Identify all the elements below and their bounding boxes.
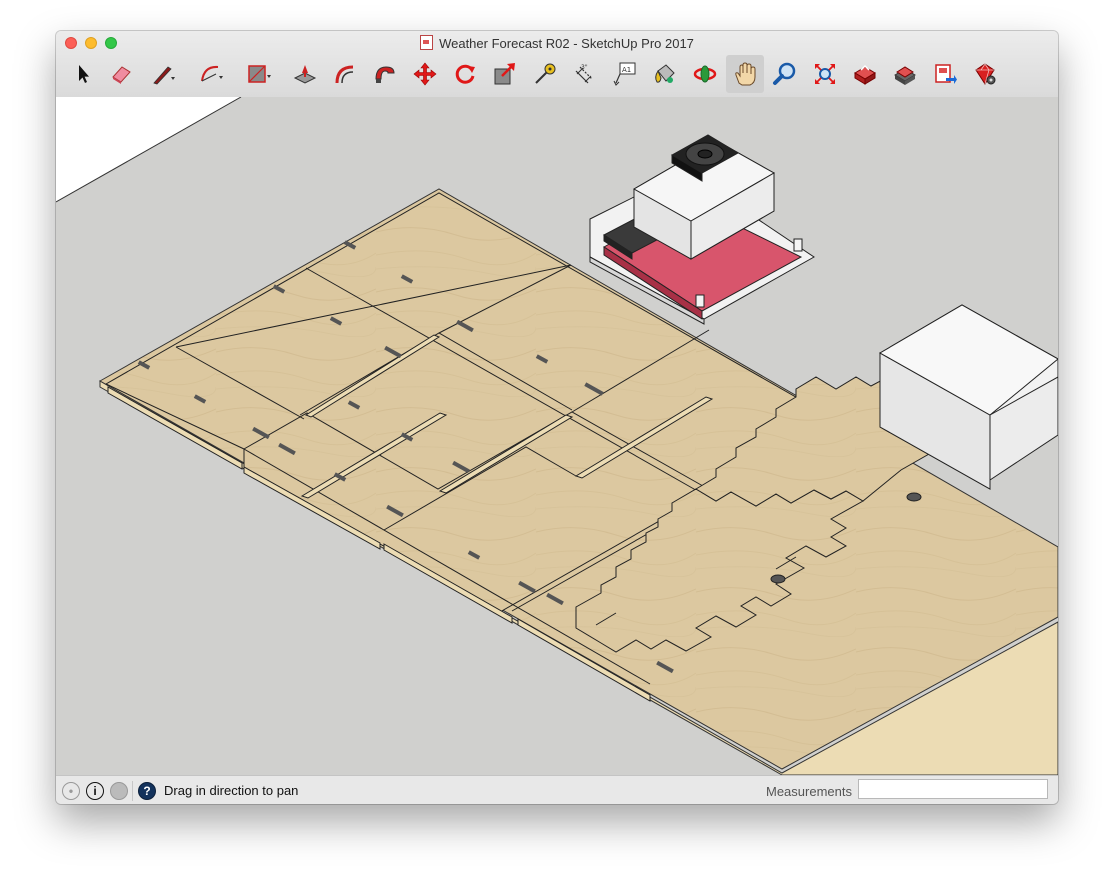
line-tool-button[interactable] [144,55,182,93]
extension-warehouse-tool-button[interactable] [886,55,924,93]
eraser-tool-icon [112,66,131,84]
scale-tool-button[interactable] [486,55,524,93]
window-title: Weather Forecast R02 - SketchUp Pro 2017 [56,35,1058,51]
rotate-tool-button[interactable] [446,55,484,93]
title-bar: Weather Forecast R02 - SketchUp Pro 2017 [56,31,1058,98]
svg-text:A1: A1 [622,66,631,74]
warehouse-tool-icon [854,64,876,85]
layout-tool-button[interactable] [926,55,964,93]
warehouse-tool-button[interactable] [846,55,884,93]
follow-me-tool-icon [375,66,395,83]
dimension-tool-button[interactable]: 3" [566,55,604,93]
orbit-tool-icon [693,65,717,83]
follow-me-tool-button[interactable] [366,55,404,93]
paint-bucket-tool-icon [655,64,675,83]
orbit-tool-button[interactable] [686,55,724,93]
rotate-tool-icon [455,64,475,84]
document-icon [420,35,434,50]
measurements-input[interactable] [858,779,1048,799]
geo-location-icon[interactable]: • [62,782,80,800]
pan-tool-icon [735,62,756,86]
extension-warehouse-tool-icon [894,66,916,85]
offset-tool-icon [335,65,354,84]
status-separator [132,781,133,801]
push-pull-tool-icon [293,65,317,84]
dimension-tool-icon: 3" [575,64,593,84]
rectangle-tool-icon [248,65,271,83]
zoom-tool-button[interactable] [766,55,804,93]
line-tool-icon [153,66,175,85]
zoom-tool-icon [773,62,796,85]
credits-info-icon[interactable]: i [86,782,104,800]
model-viewport[interactable] [56,97,1058,775]
status-bar: • i ? Drag in direction to pan Measureme… [56,775,1058,804]
select-tool-button[interactable] [64,55,102,93]
eraser-tool-button[interactable] [102,55,140,93]
arc-tool-icon [201,65,223,82]
instructor-help-icon[interactable]: ? [138,782,156,800]
window-title-text: Weather Forecast R02 - SketchUp Pro 2017 [439,36,694,51]
zoom-extents-tool-button[interactable] [806,55,844,93]
select-tool-icon [79,65,89,83]
extension-manager-tool-button[interactable] [966,55,1004,93]
layout-tool-icon [935,64,957,84]
tape-measure-tool-icon [535,63,556,84]
user-account-icon[interactable] [110,782,128,800]
push-pull-tool-button[interactable] [286,55,324,93]
measurements-label: Measurements [766,784,852,799]
text-tool-button[interactable]: A1 [606,55,644,93]
scale-tool-icon [494,63,515,85]
rectangle-tool-button[interactable] [240,55,278,93]
zoom-extents-tool-icon [815,64,835,84]
move-tool-button[interactable] [406,55,444,93]
text-tool-icon: A1 [613,62,636,86]
move-tool-icon [413,62,437,86]
offset-tool-button[interactable] [326,55,364,93]
model-scene [56,97,1058,775]
arc-tool-button[interactable] [192,55,230,93]
status-message: Drag in direction to pan [164,783,299,798]
pan-tool-button[interactable] [726,55,764,93]
svg-text:3": 3" [581,64,588,71]
tape-measure-tool-button[interactable] [526,55,564,93]
extension-manager-tool-icon [975,63,996,85]
sketchup-window: Weather Forecast R02 - SketchUp Pro 2017 [56,31,1058,804]
paint-bucket-tool-button[interactable] [646,55,684,93]
